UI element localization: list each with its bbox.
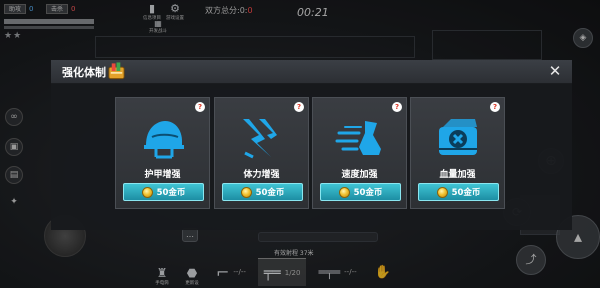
lightning-icon bbox=[243, 119, 281, 159]
card-name: 血量加强 bbox=[439, 170, 476, 180]
card-name: 体力增强 bbox=[243, 170, 280, 180]
price-label: 50金币 bbox=[451, 188, 481, 198]
upgrade-card-health[interactable]: ? 血量加强 50金币 bbox=[410, 97, 505, 209]
price-label: 50金币 bbox=[156, 188, 186, 198]
speed-boot-icon bbox=[335, 121, 381, 155]
coin-icon bbox=[338, 186, 350, 198]
upgrade-kit-icon bbox=[108, 62, 125, 80]
price-label: 50金币 bbox=[255, 188, 285, 198]
modal-header: 强化体制 ✕ bbox=[51, 60, 572, 84]
card-name: 护甲增强 bbox=[144, 170, 181, 180]
close-button[interactable]: ✕ bbox=[546, 62, 564, 80]
coin-icon bbox=[436, 186, 448, 198]
coin-icon bbox=[141, 186, 153, 198]
buy-button[interactable]: 50金币 bbox=[222, 183, 303, 201]
info-icon[interactable]: ? bbox=[294, 102, 304, 112]
buy-button[interactable]: 50金币 bbox=[123, 183, 204, 201]
info-icon[interactable]: ? bbox=[392, 102, 402, 112]
modal-title: 强化体制 bbox=[62, 66, 106, 79]
helmet-icon bbox=[144, 121, 184, 159]
medkit-icon bbox=[439, 119, 477, 155]
coin-icon bbox=[240, 186, 252, 198]
upgrade-card-speed[interactable]: ? 速度加强 50金币 bbox=[312, 97, 407, 209]
info-icon[interactable]: ? bbox=[195, 102, 205, 112]
buy-button[interactable]: 50金币 bbox=[418, 183, 499, 201]
upgrade-card-stamina[interactable]: ? 体力增强 50金币 bbox=[214, 97, 309, 209]
card-name: 速度加强 bbox=[341, 170, 378, 180]
price-label: 50金币 bbox=[353, 188, 383, 198]
info-icon[interactable]: ? bbox=[490, 102, 500, 112]
buy-button[interactable]: 50金币 bbox=[320, 183, 401, 201]
upgrade-card-armor[interactable]: ? 护甲增强 50金币 bbox=[115, 97, 210, 209]
